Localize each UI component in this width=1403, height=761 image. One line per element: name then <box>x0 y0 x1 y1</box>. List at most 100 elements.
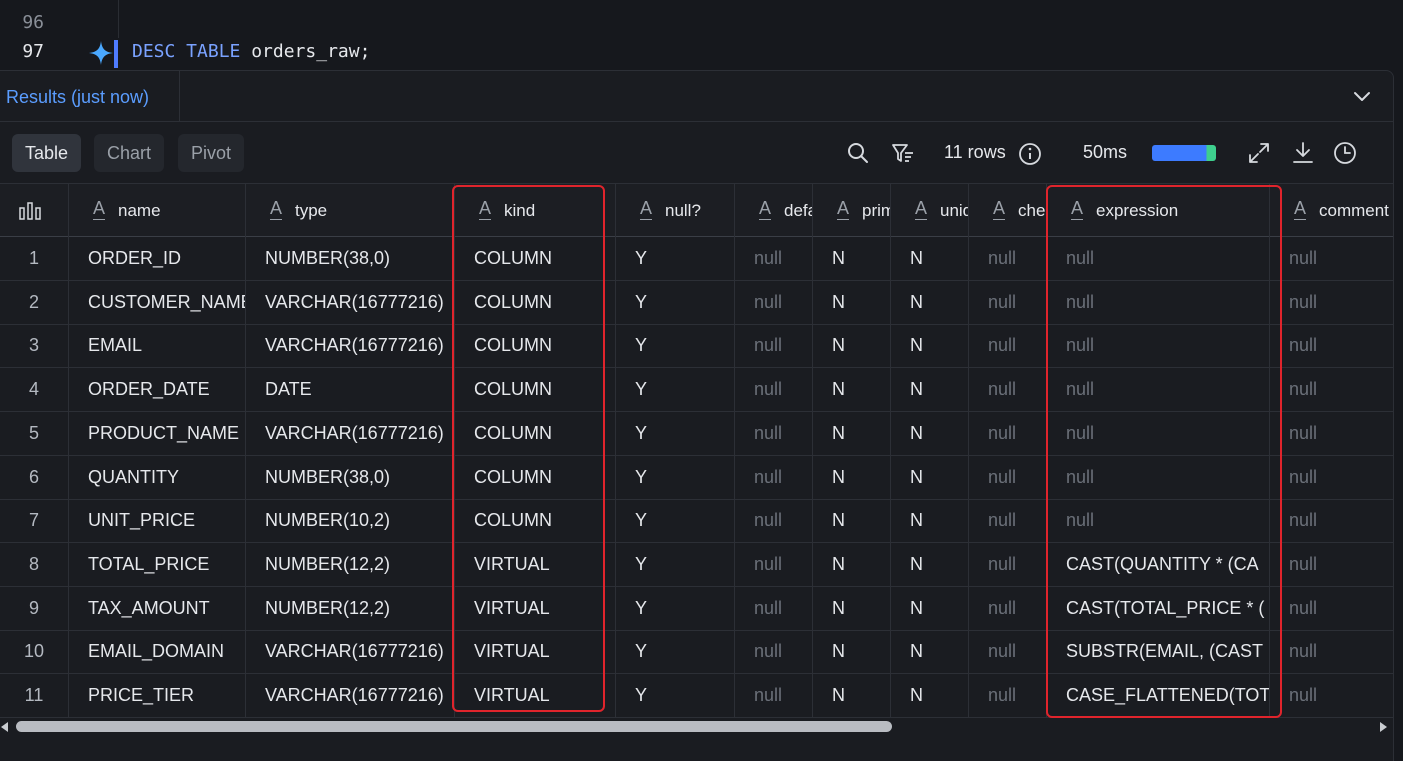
download-icon[interactable] <box>1290 140 1316 166</box>
cell-name[interactable]: EMAIL <box>69 324 246 368</box>
cell-comment[interactable]: null <box>1270 587 1393 630</box>
cell-type[interactable]: NUMBER(12,2) <box>246 542 455 586</box>
cell-comment[interactable]: null <box>1270 324 1393 367</box>
cell-comment[interactable]: null <box>1270 412 1393 455</box>
cell-primary-key[interactable]: N <box>813 237 891 280</box>
cell-check[interactable]: null <box>969 630 1047 674</box>
cell-type[interactable]: DATE <box>246 368 455 412</box>
cell-unique-key[interactable]: N <box>891 542 969 586</box>
cell-kind[interactable]: COLUMN <box>455 368 616 412</box>
column-header-primary-key[interactable]: Aprimary key <box>813 184 891 237</box>
cell-null[interactable]: Y <box>616 674 735 717</box>
cell-expression[interactable]: null <box>1047 411 1270 455</box>
cell-check[interactable]: null <box>969 237 1047 280</box>
cell-check[interactable]: null <box>969 280 1047 324</box>
history-icon[interactable] <box>1332 140 1358 166</box>
cell-unique-key[interactable]: N <box>891 280 969 324</box>
cell-primary-key[interactable]: N <box>813 630 891 674</box>
cell-null[interactable]: Y <box>616 368 735 412</box>
cell-type[interactable]: NUMBER(10,2) <box>246 499 455 543</box>
info-icon[interactable] <box>1017 141 1043 167</box>
column-stats-icon[interactable] <box>19 202 41 220</box>
cell-comment[interactable]: null <box>1270 368 1393 411</box>
tab-table[interactable]: Table <box>12 134 82 172</box>
cell-type[interactable]: VARCHAR(16777216) <box>246 411 455 455</box>
cell-expression[interactable]: null <box>1047 455 1270 499</box>
row-number[interactable]: 6 <box>0 455 69 499</box>
cell-kind[interactable]: VIRTUAL <box>455 674 616 717</box>
cell-check[interactable]: null <box>969 411 1047 455</box>
cell-kind[interactable]: COLUMN <box>455 455 616 499</box>
results-tab[interactable]: Results (just now) <box>0 71 180 122</box>
row-number[interactable]: 1 <box>0 237 69 280</box>
column-header-check[interactable]: Acheck <box>969 184 1047 237</box>
cell-default[interactable]: null <box>735 411 813 455</box>
cell-comment[interactable]: null <box>1270 456 1393 499</box>
cell-primary-key[interactable]: N <box>813 542 891 586</box>
cell-unique-key[interactable]: N <box>891 324 969 368</box>
cell-expression[interactable]: CAST(TOTAL_PRICE * ( <box>1047 586 1270 630</box>
cell-default[interactable]: null <box>735 499 813 543</box>
cell-expression[interactable]: CASE_FLATTENED(TOT <box>1047 674 1270 717</box>
cell-type[interactable]: NUMBER(38,0) <box>246 455 455 499</box>
table-row[interactable]: 9 TAX_AMOUNT NUMBER(12,2) VIRTUAL Ynull N Nnul… <box>0 586 1393 631</box>
column-header-type[interactable]: Atype <box>246 184 455 237</box>
table-row[interactable]: 5 PRODUCT_NAME VARCHAR(16777216) COLUMN Ynul… <box>0 411 1393 456</box>
table-row[interactable]: 2 CUSTOMER_NAME VARCHAR(16777216) COLUMN Ynu… <box>0 280 1393 325</box>
horizontal-scrollbar[interactable] <box>0 719 1393 735</box>
cell-name[interactable]: UNIT_PRICE <box>69 499 246 543</box>
cell-primary-key[interactable]: N <box>813 280 891 324</box>
chevron-down-icon[interactable] <box>1351 85 1373 107</box>
cell-comment[interactable]: null <box>1270 499 1393 542</box>
column-header-default[interactable]: Adefault <box>735 184 813 237</box>
cell-null[interactable]: Y <box>616 324 735 368</box>
row-number[interactable]: 10 <box>0 630 69 674</box>
cell-kind[interactable]: VIRTUAL <box>455 630 616 674</box>
column-header-kind[interactable]: Akind <box>455 184 616 237</box>
cell-unique-key[interactable]: N <box>891 586 969 630</box>
cell-expression[interactable]: null <box>1047 324 1270 368</box>
results-grid[interactable]: AnameAtypeAkindAnull?AdefaultAprimary ke… <box>0 183 1393 719</box>
cell-check[interactable]: null <box>969 586 1047 630</box>
cell-primary-key[interactable]: N <box>813 324 891 368</box>
cell-check[interactable]: null <box>969 455 1047 499</box>
cell-name[interactable]: TAX_AMOUNT <box>69 586 246 630</box>
cell-null[interactable]: Y <box>616 280 735 324</box>
cell-type[interactable]: VARCHAR(16777216) <box>246 674 455 717</box>
cell-default[interactable]: null <box>735 324 813 368</box>
cell-type[interactable]: VARCHAR(16777216) <box>246 280 455 324</box>
cell-check[interactable]: null <box>969 542 1047 586</box>
cell-expression[interactable]: null <box>1047 499 1270 543</box>
cell-kind[interactable]: COLUMN <box>455 237 616 280</box>
cell-unique-key[interactable]: N <box>891 237 969 280</box>
cell-name[interactable]: TOTAL_PRICE <box>69 542 246 586</box>
tab-pivot[interactable]: Pivot <box>178 134 245 172</box>
column-header-unique-key[interactable]: Aunique key <box>891 184 969 237</box>
cell-expression[interactable]: SUBSTR(EMAIL, (CAST <box>1047 630 1270 674</box>
cell-expression[interactable]: null <box>1047 237 1270 280</box>
scrollbar-thumb[interactable] <box>16 721 892 732</box>
cell-kind[interactable]: VIRTUAL <box>455 586 616 630</box>
cell-expression[interactable]: null <box>1047 368 1270 412</box>
cell-check[interactable]: null <box>969 368 1047 412</box>
table-row[interactable]: 10 EMAIL_DOMAIN VARCHAR(16777216) VIRTUAL Yn… <box>0 630 1393 675</box>
cell-null[interactable]: Y <box>616 586 735 630</box>
cell-kind[interactable]: COLUMN <box>455 411 616 455</box>
filter-icon[interactable] <box>890 140 916 166</box>
cell-expression[interactable]: null <box>1047 280 1270 324</box>
cell-name[interactable]: PRODUCT_NAME <box>69 411 246 455</box>
cell-unique-key[interactable]: N <box>891 499 969 543</box>
cell-unique-key[interactable]: N <box>891 674 969 717</box>
cell-primary-key[interactable]: N <box>813 368 891 412</box>
cell-primary-key[interactable]: N <box>813 674 891 717</box>
cell-default[interactable]: null <box>735 630 813 674</box>
cell-name[interactable]: CUSTOMER_NAME <box>69 280 246 324</box>
cell-null[interactable]: Y <box>616 630 735 674</box>
cell-default[interactable]: null <box>735 280 813 324</box>
cell-null[interactable]: Y <box>616 499 735 543</box>
table-row[interactable]: 7 UNIT_PRICE NUMBER(10,2) COLUMN Ynull N Nnull… <box>0 499 1393 544</box>
row-number[interactable]: 5 <box>0 411 69 455</box>
cell-check[interactable]: null <box>969 499 1047 543</box>
cell-check[interactable]: null <box>969 324 1047 368</box>
table-row[interactable]: 6 QUANTITY NUMBER(38,0) COLUMN Ynull N Nnull nu… <box>0 455 1393 500</box>
